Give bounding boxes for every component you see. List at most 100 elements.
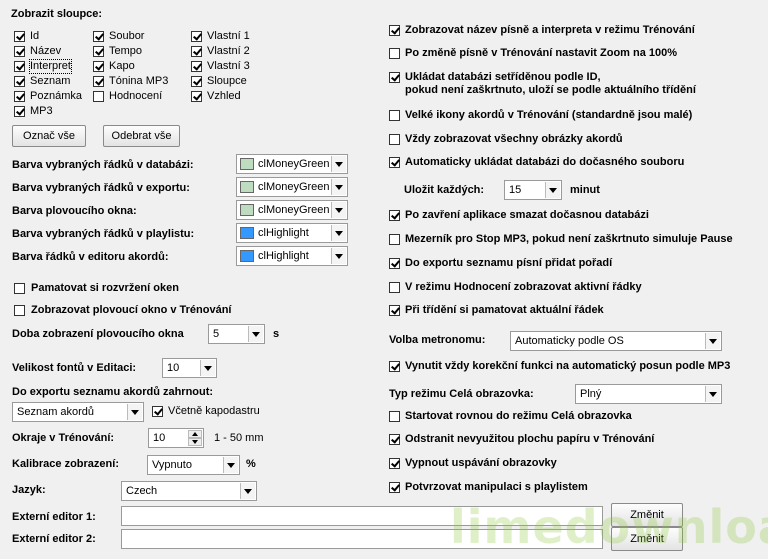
column-checkbox-14[interactable] [191,76,202,87]
deselect-all-button[interactable]: Odebrat vše [103,125,180,147]
right-d-checkbox-0[interactable] [389,411,400,422]
column-checkbox-11[interactable] [191,31,202,42]
color-select-2[interactable]: clMoneyGreen [236,200,348,220]
column-checkbox-2[interactable] [14,61,25,72]
chevron-down-icon [127,404,142,420]
column-checkbox-10[interactable] [93,91,104,102]
column-label-9: Tónina MP3 [109,75,169,87]
right-a-checkbox-3[interactable] [389,110,400,121]
column-checkbox-13[interactable] [191,61,202,72]
right-a-checkbox-2[interactable] [389,72,400,83]
column-checkbox-12[interactable] [191,46,202,57]
right-d-checkbox-3[interactable] [389,482,400,493]
color-select-0[interactable]: clMoneyGreen [236,154,348,174]
column-checkbox-1[interactable] [14,46,25,57]
right-b-checkbox-0[interactable] [389,210,400,221]
color-swatch [240,250,254,262]
margins-range: 1 - 50 mm [214,432,264,444]
right-d-checkbox-2[interactable] [389,458,400,469]
right-d-label-1: Odstranit nevyužitou plochu papíru v Tré… [405,433,655,445]
right-b-checkbox-1[interactable] [389,234,400,245]
column-label-15: Vzhled [207,90,241,102]
spin-down-icon[interactable] [188,438,202,446]
right-a-checkbox-4[interactable] [389,134,400,145]
margins-label: Okraje v Trénování: [12,432,115,444]
calibration-select[interactable]: Vypnuto [147,455,240,475]
right-a-label-4: Vždy zobrazovat všechny obrázky akordů [405,133,623,145]
right-b-label-1: Mezerník pro Stop MP3, pokud není zaškrt… [405,233,733,245]
right-a-checkbox-5[interactable] [389,157,400,168]
right-b-checkbox-2[interactable] [389,258,400,269]
right-a-label-3: Velké ikony akordů v Trénování (standard… [405,109,693,121]
color-label-4: Barva řádků v editoru akordů: [12,251,169,263]
column-checkbox-15[interactable] [191,91,202,102]
column-label-7: Tempo [109,45,143,57]
force-correction-checkbox[interactable] [389,361,400,372]
color-value: clMoneyGreen [258,181,330,193]
column-checkbox-9[interactable] [93,76,104,87]
column-label-6: Soubor [109,30,145,42]
right-a-label-5: Automaticky ukládat databázi do dočasnéh… [405,156,685,168]
remember-layout-checkbox[interactable] [14,283,25,294]
metronome-label: Volba metronomu: [389,334,486,346]
autosave-select[interactable]: 15 [504,180,562,200]
export-select[interactable]: Seznam akordů [12,402,144,422]
fullscreen-select[interactable]: Plný [575,384,722,404]
color-select-4[interactable]: clHighlight [236,246,348,266]
color-swatch [240,204,254,216]
color-select-3[interactable]: clHighlight [236,223,348,243]
color-swatch [240,227,254,239]
column-checkbox-6[interactable] [93,31,104,42]
column-label-1: Název [30,45,62,57]
right-d-checkbox-1[interactable] [389,434,400,445]
export-label: Do exportu seznamu akordů zahrnout: [12,386,214,398]
right-b-checkbox-3[interactable] [389,282,400,293]
margins-spinner[interactable]: 10 [148,428,204,448]
right-a-label-0: Zobrazovat název písně a interpreta v re… [405,24,695,36]
calibration-unit: % [246,458,256,470]
watermark-logo: limedownload.com [450,500,768,554]
right-b-checkbox-4[interactable] [389,305,400,316]
language-select[interactable]: Czech [121,481,257,501]
column-label-8: Kapo [109,60,135,72]
column-label-12: Vlastní 2 [207,45,250,57]
right-a-checkbox-0[interactable] [389,25,400,36]
columns-title: Zobrazit sloupce: [11,8,103,20]
metronome-select[interactable]: Automaticky podle OS [510,331,722,351]
right-b-label-0: Po zavření aplikace smazat dočasnou data… [405,209,649,221]
right-a-label-2: Ukládat databázi setříděnou podle ID, [405,71,601,83]
chevron-down-icon [240,483,255,499]
right-b-label-3: V režimu Hodnocení zobrazovat aktivní řá… [405,281,642,293]
color-value: clMoneyGreen [258,204,330,216]
chevron-down-icon [200,360,215,376]
include-capo-label: Včetně kapodastru [168,405,260,417]
fullscreen-value: Plný [580,388,602,400]
column-checkbox-8[interactable] [93,61,104,72]
chevron-down-icon [705,386,720,402]
color-label-0: Barva vybraných řádků v databázi: [12,159,194,171]
remember-layout-label: Pamatovat si rozvržení oken [31,282,179,294]
chevron-down-icon [331,179,346,195]
force-correction-label: Vynutit vždy korekční funkci na automati… [405,360,731,372]
float-duration-select[interactable]: 5 [208,324,265,344]
color-select-1[interactable]: clMoneyGreen [236,177,348,197]
metronome-value: Automaticky podle OS [515,335,624,347]
fullscreen-label: Typ režimu Celá obrazovka: [389,388,534,400]
color-label-1: Barva vybraných řádků v exportu: [12,182,190,194]
include-capo-checkbox[interactable] [152,406,163,417]
select-all-button[interactable]: Označ vše [12,125,86,147]
column-checkbox-5[interactable] [14,106,25,117]
column-checkbox-4[interactable] [14,91,25,102]
right-a-checkbox-1[interactable] [389,48,400,59]
color-label-3: Barva vybraných řádků v playlistu: [12,228,195,240]
spin-up-icon[interactable] [188,430,202,438]
right-a-label2-2: pokud není zaškrtnuto, uloží se podle ak… [405,84,696,96]
calibration-label: Kalibrace zobrazení: [12,458,119,470]
font-size-select[interactable]: 10 [162,358,217,378]
column-checkbox-3[interactable] [14,76,25,87]
column-checkbox-7[interactable] [93,46,104,57]
show-float-window-checkbox[interactable] [14,305,25,316]
column-checkbox-0[interactable] [14,31,25,42]
ext-editor1-label: Externí editor 1: [12,511,96,523]
float-duration-unit: s [273,328,280,340]
